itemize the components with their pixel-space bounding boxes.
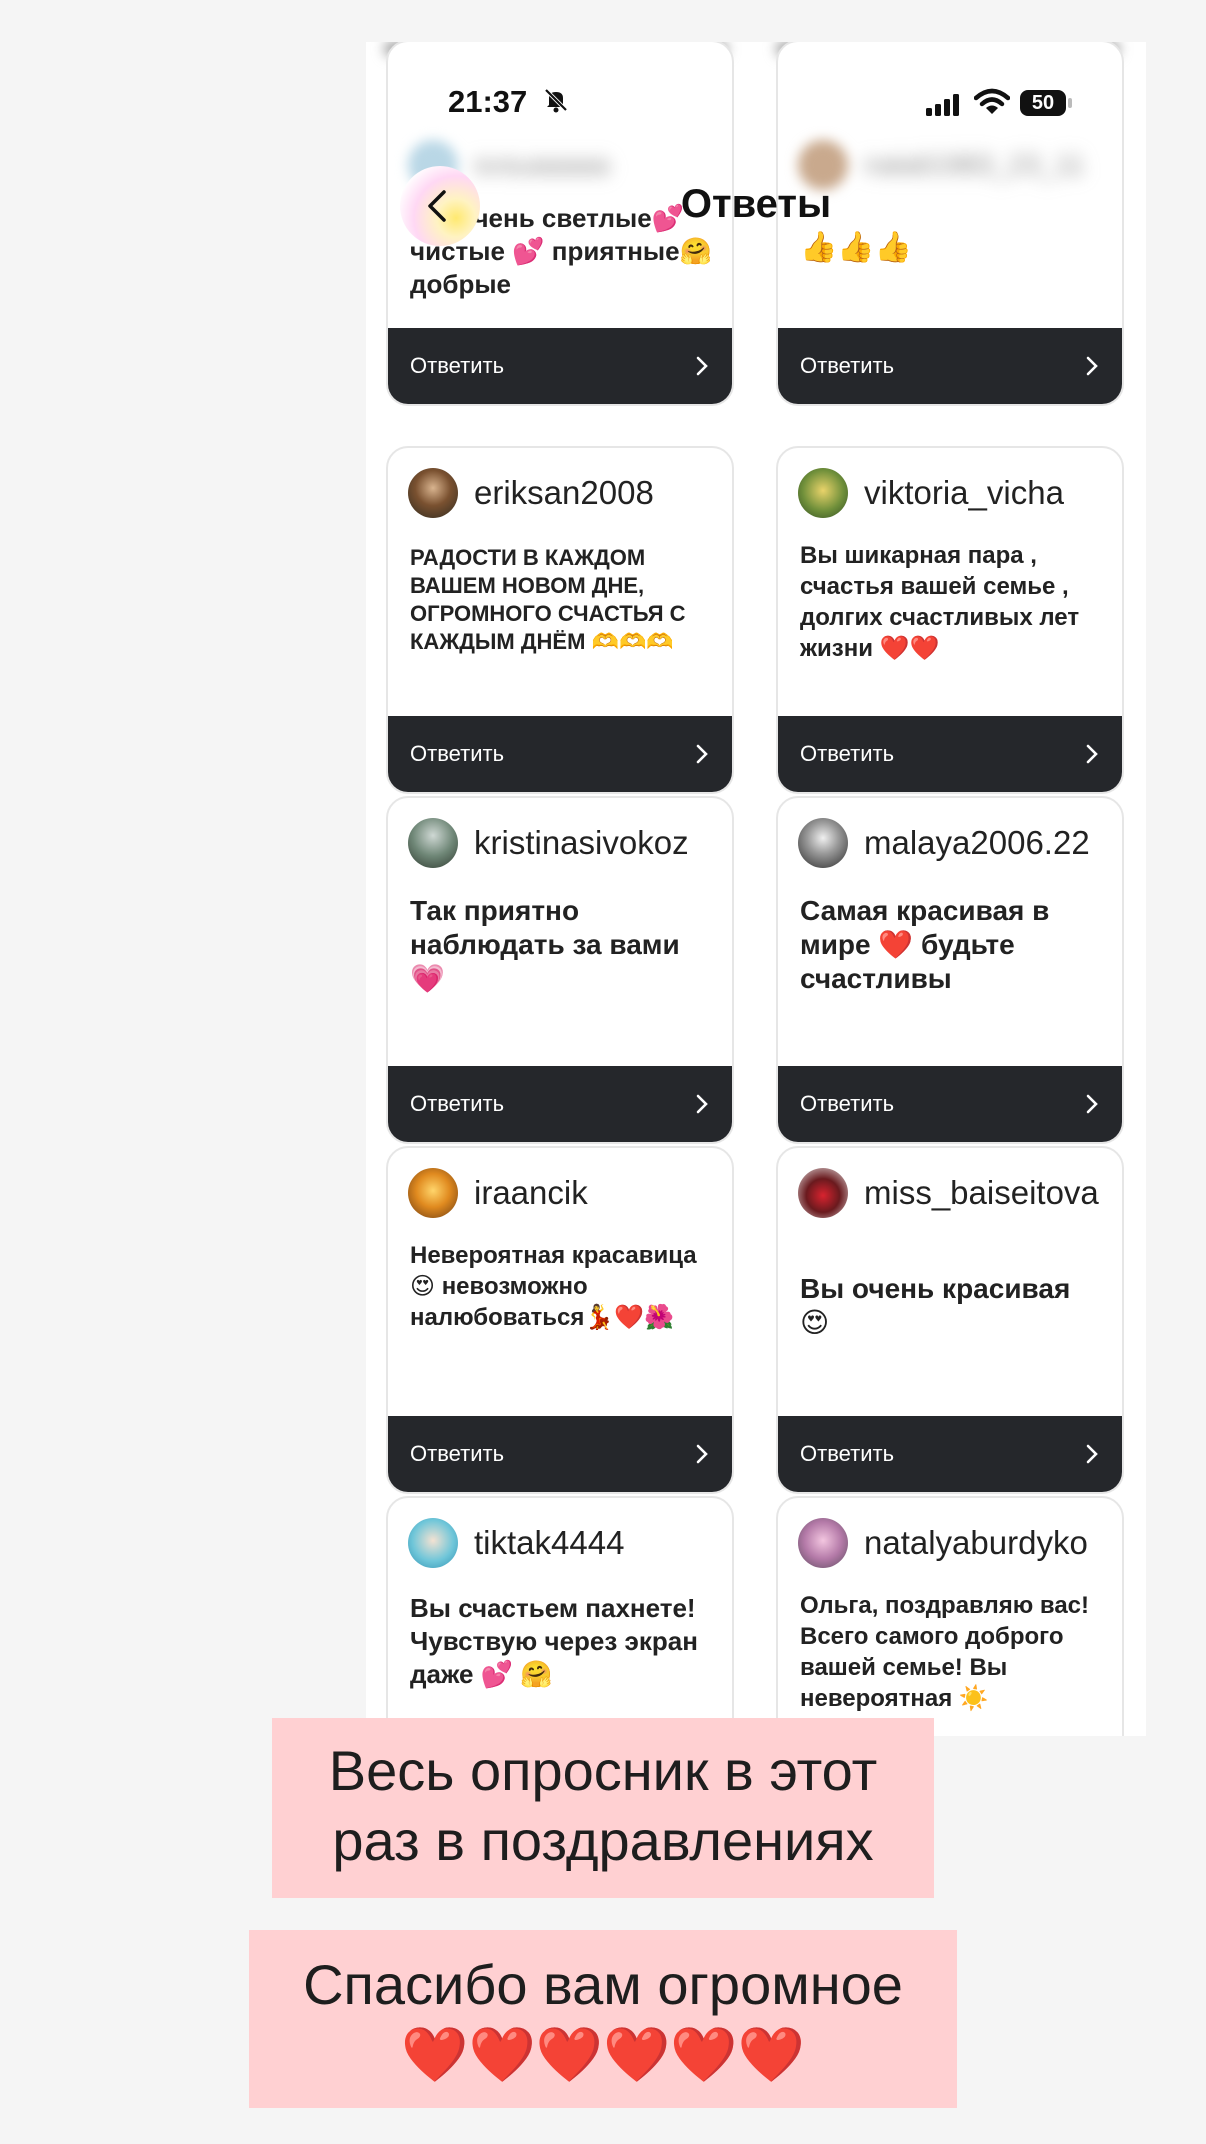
caption-line: раз в поздравлениях [332, 1809, 874, 1872]
caption-thanks: Спасибо вам огромное ❤️❤️❤️❤️❤️❤️ [249, 1930, 957, 2108]
reply-card[interactable]: viktoria_vicha Вы шикарная пара , счасть… [776, 446, 1124, 794]
reply-button[interactable]: Ответить [778, 1416, 1122, 1492]
card-message: 👍👍👍 [800, 231, 913, 264]
reply-button[interactable]: Ответить [778, 1066, 1122, 1142]
avatar [408, 818, 458, 868]
battery-level: 50 [1020, 90, 1066, 116]
card-header: viktoria_vicha [798, 466, 1064, 520]
card-message: Самая красивая в мире ❤️ будьте счастлив… [800, 895, 1050, 994]
signal-icon [926, 94, 959, 116]
card-message: Вы очень красивая 😍 [800, 1273, 1071, 1338]
card-message: Так приятно наблюдать за вами 💗 [410, 895, 680, 994]
avatar [798, 1518, 848, 1568]
reply-button[interactable]: Ответить [778, 716, 1122, 792]
reply-button[interactable]: Ответить [388, 1066, 732, 1142]
card-message: Ольга, поздравляю вас! Всего самого добр… [800, 1592, 1090, 1712]
username-blurred: natali1983_23_11 [864, 149, 1085, 180]
reply-button[interactable]: Ответить [388, 1416, 732, 1492]
reply-button[interactable]: Ответить [778, 328, 1122, 404]
reply-label: Ответить [800, 741, 895, 766]
reply-card[interactable]: iraancik Невероятная красавица 😍 невозмо… [386, 1146, 734, 1494]
card-header: malaya2006.22 [798, 816, 1090, 870]
card-header: natalyaburdyko [798, 1516, 1088, 1570]
username: miss_baiseitova [864, 1174, 1099, 1211]
reply-button[interactable]: Ответить [388, 328, 732, 404]
page-title: Ответы [680, 182, 832, 226]
username: tiktak4444 [474, 1524, 625, 1561]
reply-card[interactable]: tiktak4444 Вы счастьем пахнете! Чувствую… [386, 1496, 734, 1736]
reply-card[interactable]: kristinasivokoz Так приятно наблюдать за… [386, 796, 734, 1144]
card-header: eriksan2008 [408, 466, 654, 520]
phone-screenshot: svsuaaaaa Вы очень светлые💕 чистые 💕 при… [366, 42, 1146, 1736]
avatar [798, 468, 848, 518]
reply-button[interactable]: Ответить [388, 716, 732, 792]
caption-survey: Весь опросник в этот раз в поздравлениях [272, 1718, 934, 1898]
status-time: 21:37 [448, 84, 528, 119]
chevron-right-icon [1086, 1444, 1098, 1464]
card-header: tiktak4444 [408, 1516, 624, 1570]
chevron-right-icon [1086, 1094, 1098, 1114]
avatar [798, 1168, 848, 1218]
bell-slash-icon [544, 88, 568, 113]
status-bar: 21:37 50 [366, 42, 1146, 132]
card-message: Вы счастьем пахнете! Чувствую через экра… [410, 1593, 698, 1689]
reply-label: Ответить [800, 1091, 895, 1116]
reply-card[interactable]: malaya2006.22 Самая красивая в мире ❤️ б… [776, 796, 1124, 1144]
avatar [408, 1168, 458, 1218]
caption-line: Спасибо вам огромное [303, 1953, 903, 2016]
chevron-right-icon [696, 1444, 708, 1464]
username: eriksan2008 [474, 474, 654, 511]
chevron-right-icon [1086, 356, 1098, 376]
avatar [408, 1518, 458, 1568]
reply-card[interactable]: miss_baiseitova Вы очень красивая 😍 Отве… [776, 1146, 1124, 1494]
reply-label: Ответить [800, 1441, 895, 1466]
avatar [408, 468, 458, 518]
reply-label: Ответить [410, 353, 505, 378]
reply-label: Ответить [410, 1091, 505, 1116]
reply-card[interactable]: eriksan2008 РАДОСТИ В КАЖДОМ ВАШЕМ НОВОМ… [386, 446, 734, 794]
username-blurred: svsuaaaaa [474, 149, 610, 180]
caption-line: Весь опросник в этот [328, 1739, 878, 1802]
reply-label: Ответить [410, 1441, 505, 1466]
username: kristinasivokoz [474, 824, 689, 861]
reply-label: Ответить [800, 353, 895, 378]
reply-card[interactable]: natalyaburdyko Ольга, поздравляю вас! Вс… [776, 1496, 1124, 1736]
card-header: iraancik [408, 1166, 588, 1220]
chevron-right-icon [696, 744, 708, 764]
chevron-right-icon [1086, 744, 1098, 764]
card-message: Невероятная красавица 😍 невозможно налюб… [410, 1242, 697, 1331]
username: viktoria_vicha [864, 474, 1064, 511]
username: malaya2006.22 [864, 824, 1090, 861]
chevron-right-icon [696, 356, 708, 376]
wifi-icon [974, 88, 1010, 114]
chevron-right-icon [696, 1094, 708, 1114]
card-message: РАДОСТИ В КАЖДОМ ВАШЕМ НОВОМ ДНЕ, ОГРОМН… [410, 545, 686, 654]
username: natalyaburdyko [864, 1524, 1088, 1561]
card-header: kristinasivokoz [408, 816, 689, 870]
card-header: miss_baiseitova [798, 1166, 1099, 1220]
reply-label: Ответить [410, 741, 505, 766]
card-message: Вы шикарная пара , счастья вашей семье ,… [800, 542, 1080, 662]
username: iraancik [474, 1174, 588, 1211]
avatar [798, 818, 848, 868]
battery-indicator: 50 [1020, 90, 1076, 118]
hearts-line: ❤️❤️❤️❤️❤️❤️ [401, 2025, 805, 2085]
